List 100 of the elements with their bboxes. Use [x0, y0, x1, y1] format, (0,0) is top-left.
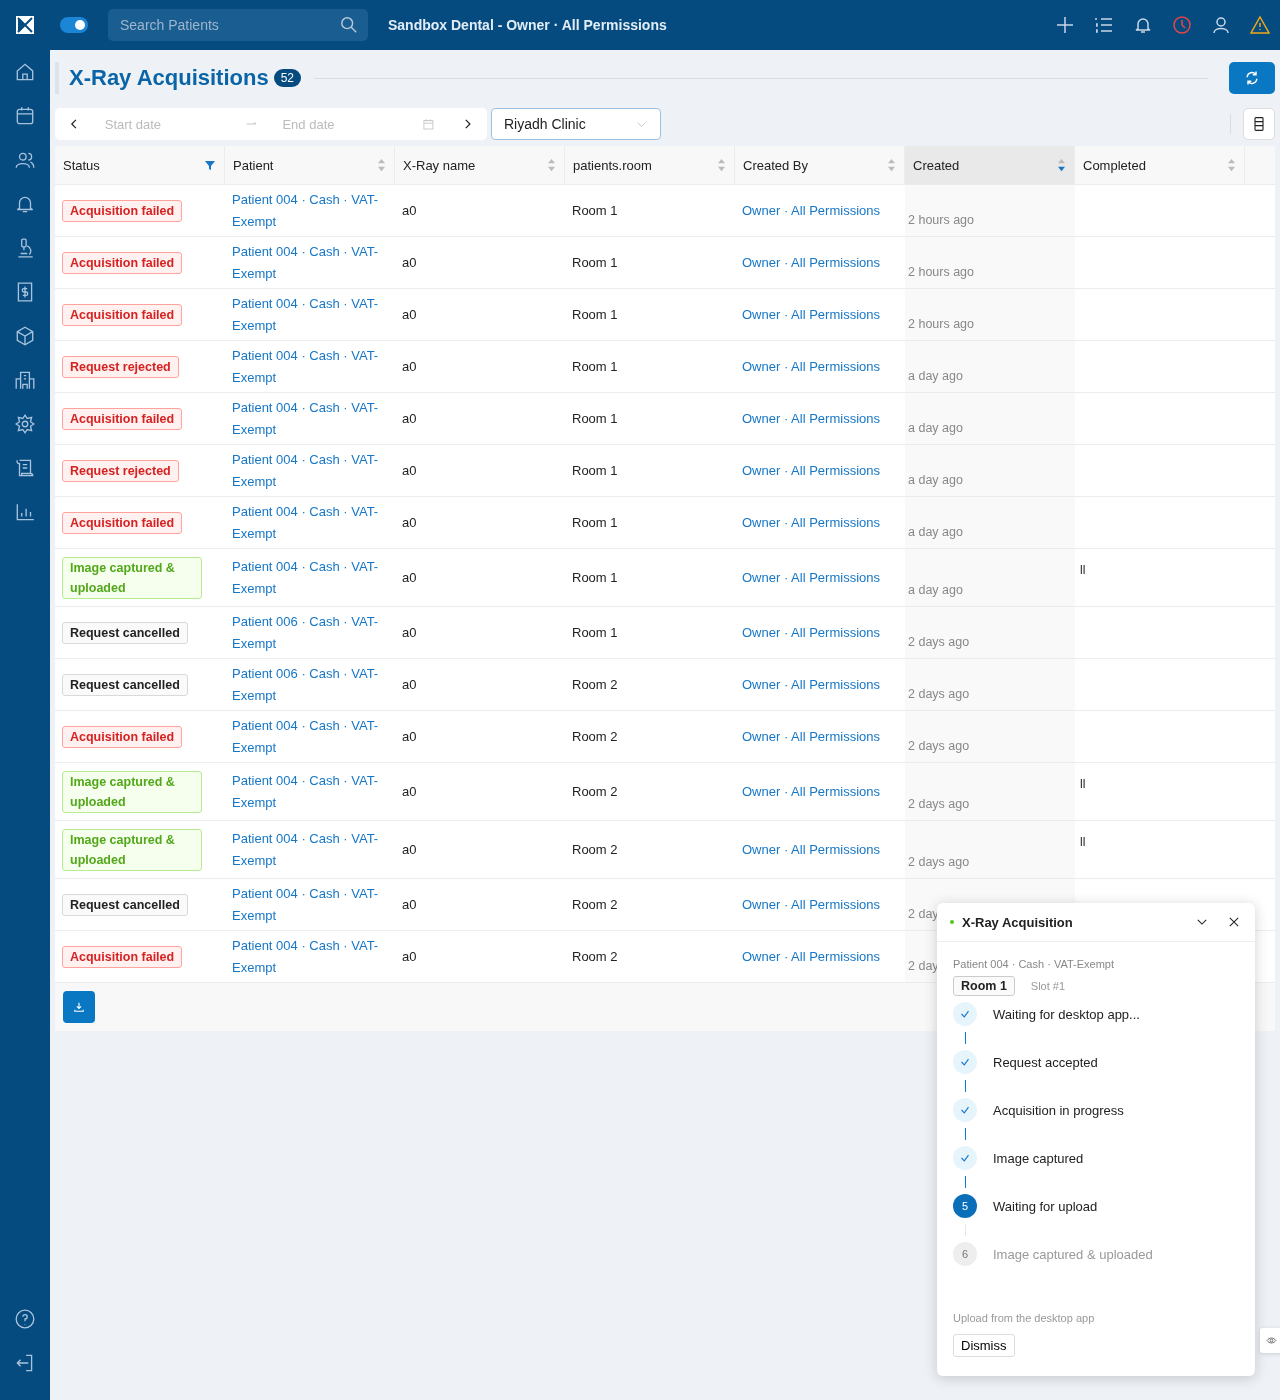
creator-link[interactable]: Owner · All Permissions — [742, 255, 880, 270]
table-cell: Room 2 — [572, 677, 618, 692]
creator-link[interactable]: Owner · All Permissions — [742, 842, 880, 857]
table-cell: Room 2 — [572, 897, 618, 912]
step-label: Image captured — [993, 1150, 1084, 1166]
columns-icon[interactable] — [1251, 116, 1267, 132]
scroll-icon[interactable] — [14, 457, 36, 479]
patient-link[interactable]: Patient 006 · Cash · VAT-Exempt — [232, 610, 388, 655]
table-cell: a0 — [402, 411, 417, 426]
patient-link[interactable]: Patient 004 · Cash · VAT-Exempt — [232, 934, 388, 979]
table-cell: Room 1 — [572, 463, 618, 478]
column-header[interactable]: X-Ray name — [395, 146, 565, 184]
eye-icon[interactable] — [1265, 1335, 1277, 1346]
creator-link[interactable]: Owner · All Permissions — [742, 897, 880, 912]
patient-link[interactable]: Patient 004 · Cash · VAT-Exempt — [232, 714, 388, 759]
sort-icon[interactable] — [1057, 158, 1066, 172]
table-cell: 2 days ago — [908, 855, 970, 869]
creator-link[interactable]: Owner · All Permissions — [742, 307, 880, 322]
warning-icon[interactable] — [1250, 15, 1270, 35]
creator-link[interactable]: Owner · All Permissions — [742, 515, 880, 530]
patient-link[interactable]: Patient 004 · Cash · VAT-Exempt — [232, 240, 388, 285]
refresh-icon[interactable] — [1244, 70, 1260, 86]
chart-icon[interactable] — [14, 501, 36, 523]
step-indicator: 6 — [953, 1242, 977, 1266]
creator-link[interactable]: Owner · All Permissions — [742, 784, 880, 799]
slot-label: Slot #1 — [1030, 980, 1066, 992]
plus-icon[interactable] — [1055, 15, 1075, 35]
table-cell: a0 — [402, 677, 417, 692]
column-header[interactable]: Patient — [225, 146, 395, 184]
calendar-icon[interactable] — [14, 105, 36, 127]
date-range-field[interactable]: Start date End date — [55, 108, 487, 140]
panel-title: X-Ray Acquisition — [962, 914, 1074, 930]
settings-icon[interactable] — [14, 413, 36, 435]
patient-link[interactable]: Patient 004 · Cash · VAT-Exempt — [232, 188, 388, 233]
table-cell: a day ago — [908, 525, 963, 539]
table-cell: Room 2 — [572, 842, 618, 857]
box-icon[interactable] — [14, 325, 36, 347]
column-header[interactable]: Created — [905, 146, 1075, 184]
building-icon[interactable] — [14, 369, 36, 391]
creator-link[interactable]: Owner · All Permissions — [742, 570, 880, 585]
creator-link[interactable]: Owner · All Permissions — [742, 359, 880, 374]
creator-link[interactable]: Owner · All Permissions — [742, 203, 880, 218]
patient-link[interactable]: Patient 004 · Cash · VAT-Exempt — [232, 448, 388, 493]
table-cell: Room 1 — [572, 570, 618, 585]
download-icon[interactable] — [72, 1000, 86, 1014]
search-icon[interactable] — [340, 16, 358, 34]
clinic-dropdown[interactable]: Riyadh Clinic — [491, 108, 661, 140]
patient-link[interactable]: Patient 006 · Cash · VAT-Exempt — [232, 662, 388, 707]
bell-icon[interactable] — [1133, 15, 1153, 35]
creator-link[interactable]: Owner · All Permissions — [742, 411, 880, 426]
table-cell: ll — [1080, 563, 1086, 577]
patient-link[interactable]: Patient 004 · Cash · VAT-Exempt — [232, 292, 388, 337]
status-dot — [950, 920, 954, 924]
home-icon[interactable] — [14, 61, 36, 83]
status-badge: Acquisition failed — [62, 945, 183, 968]
table-cell: 2 hours ago — [908, 317, 975, 331]
patient-link[interactable]: Patient 004 · Cash · VAT-Exempt — [232, 500, 388, 545]
user-icon[interactable] — [1211, 15, 1231, 35]
patient-link[interactable]: Patient 004 · Cash · VAT-Exempt — [232, 555, 388, 600]
status-badge: Request cancelled — [62, 621, 188, 644]
creator-link[interactable]: Owner · All Permissions — [742, 677, 880, 692]
eye-button[interactable] — [1260, 1328, 1280, 1353]
column-header[interactable]: patients.room — [565, 146, 735, 184]
patient-link[interactable]: Patient 004 · Cash · VAT-Exempt — [232, 344, 388, 389]
status-badge: Request cancelled — [62, 893, 188, 916]
status-badge: Acquisition failed — [62, 303, 183, 326]
patient-link[interactable]: Patient 004 · Cash · VAT-Exempt — [232, 882, 388, 927]
table-cell: Room 2 — [572, 949, 618, 964]
help-icon[interactable] — [14, 1308, 36, 1330]
table-cell: Room 1 — [572, 625, 618, 640]
dismiss-button[interactable]: Dismiss — [953, 1334, 1015, 1357]
creator-link[interactable]: Owner · All Permissions — [742, 463, 880, 478]
table-cell: Room 1 — [572, 255, 618, 270]
patient-link[interactable]: Patient 004 · Cash · VAT-Exempt — [232, 769, 388, 814]
table-cell: Room 1 — [572, 411, 618, 426]
columns-button[interactable] — [1243, 108, 1275, 140]
numbered-list-icon[interactable] — [1094, 15, 1114, 35]
status-badge: Acquisition failed — [62, 199, 183, 222]
table-cell: a0 — [402, 570, 417, 585]
search-input[interactable]: Search Patients — [118, 16, 340, 34]
table-cell: Room 1 — [572, 359, 618, 374]
filter-icon[interactable] — [204, 159, 216, 171]
table-cell: Room 2 — [572, 729, 618, 744]
patient-link[interactable]: Patient 004 · Cash · VAT-Exempt — [232, 396, 388, 441]
toggle-switch[interactable] — [60, 17, 88, 33]
table-cell: a0 — [402, 784, 417, 799]
table-cell: 2 days ago — [908, 687, 970, 701]
refresh-button[interactable] — [1229, 62, 1275, 94]
creator-link[interactable]: Owner · All Permissions — [742, 729, 880, 744]
patient-link[interactable]: Patient 004 · Cash · VAT-Exempt — [232, 827, 388, 872]
creator-link[interactable]: Owner · All Permissions — [742, 625, 880, 640]
creator-link[interactable]: Owner · All Permissions — [742, 949, 880, 964]
column-header[interactable]: Completed — [1075, 146, 1245, 184]
close-icon[interactable] — [1227, 915, 1241, 929]
download-button[interactable] — [63, 991, 95, 1023]
status-badge: Image captured & uploaded — [62, 770, 202, 813]
table-cell: 2 days ago — [908, 797, 970, 811]
column-header[interactable]: Status — [55, 146, 225, 184]
search-field[interactable]: Search Patients — [108, 9, 368, 41]
table-cell: a0 — [402, 729, 417, 744]
